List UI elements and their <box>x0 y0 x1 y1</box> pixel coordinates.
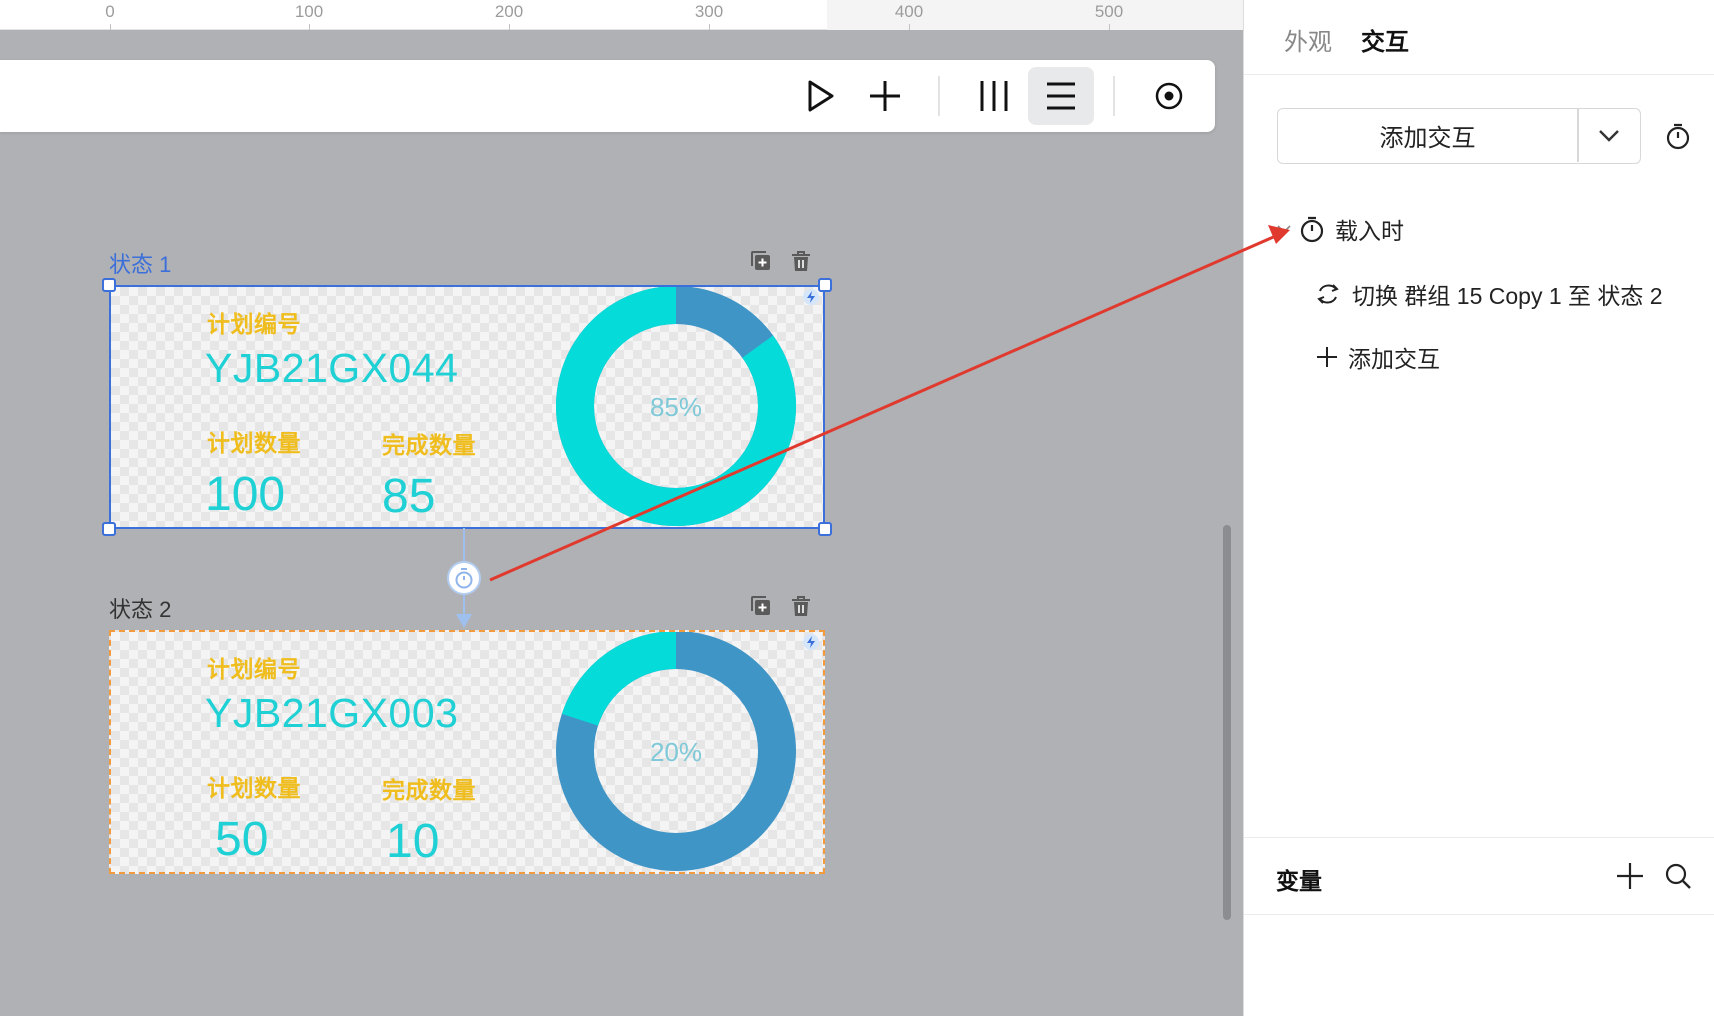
ruler-tick-mark <box>110 24 111 30</box>
record-icon <box>1155 82 1183 110</box>
lightning-icon <box>807 291 815 303</box>
plan-no-label: 计划编号 <box>207 311 301 337</box>
plus-icon <box>1617 863 1643 889</box>
state-1-title[interactable]: 状态 1 <box>109 247 171 279</box>
canvas-toolbar <box>0 60 1215 132</box>
done-qty-value: 10 <box>386 815 440 868</box>
ruler-tick-mark <box>909 24 910 30</box>
resize-handle-top-right[interactable] <box>818 278 832 292</box>
variables-section: 变量 <box>1244 837 1714 915</box>
plan-qty-value: 50 <box>215 813 269 866</box>
plan-qty-value: 100 <box>205 468 286 521</box>
donut-percent-label: 85% <box>650 392 702 422</box>
plus-icon <box>1316 346 1338 368</box>
chevron-down-icon <box>1599 129 1619 142</box>
horizontal-ruler: 0 100 200 300 400 500 <box>0 0 1243 30</box>
connector-timer-button[interactable] <box>447 561 481 595</box>
progress-donut: 20% <box>556 632 796 871</box>
design-canvas[interactable]: 0 100 200 300 400 500 状态 1 计划编号 YJB21GX0… <box>0 0 1243 1016</box>
interaction-badge <box>803 289 819 305</box>
plan-no-value: YJB21GX003 <box>205 690 459 736</box>
plus-icon <box>870 81 900 111</box>
timer-icon <box>1666 123 1690 150</box>
add-interaction-group: 添加交互 <box>1277 108 1641 164</box>
properties-panel: 外观 交互 添加交互 载入时 切换 群组 15 Copy 1 至 状态 2 添加… <box>1243 0 1714 1016</box>
canvas-scrollbar[interactable] <box>1223 525 1231 920</box>
add-button[interactable] <box>859 70 911 122</box>
state-2-title[interactable]: 状态 2 <box>109 592 171 624</box>
switch-cycle-icon <box>1314 282 1342 306</box>
chevron-down-icon <box>1277 225 1291 234</box>
state-1-duplicate-button[interactable] <box>749 249 773 273</box>
ruler-tick-mark <box>1109 24 1110 30</box>
ruler-tick-mark <box>709 24 710 30</box>
toolbar-divider <box>938 76 940 116</box>
play-icon <box>808 80 834 112</box>
ruler-shade <box>827 0 1243 30</box>
cycle-glyph <box>1317 284 1339 304</box>
resize-handle-bottom-right[interactable] <box>818 522 832 536</box>
record-button[interactable] <box>1143 70 1195 122</box>
rows-icon <box>1047 82 1075 110</box>
trash-icon <box>792 596 810 616</box>
ruler-tick: 400 <box>894 2 924 21</box>
panel-tabs: 外观 交互 <box>1244 0 1714 75</box>
action-row[interactable]: 切换 群组 15 Copy 1 至 状态 2 <box>1314 277 1663 311</box>
add-interaction-link-label: 添加交互 <box>1348 346 1440 372</box>
resize-handle-top-left[interactable] <box>102 278 116 292</box>
done-qty-value: 85 <box>382 470 436 523</box>
state-2-duplicate-button[interactable] <box>749 594 773 618</box>
tab-interaction[interactable]: 交互 <box>1361 22 1409 57</box>
add-interaction-button[interactable]: 添加交互 <box>1278 109 1577 162</box>
ruler-tick: 200 <box>494 2 524 21</box>
state-1-card[interactable]: 计划编号 YJB21GX044 计划数量 完成数量 100 85 85% <box>102 278 832 536</box>
state-2-delete-button[interactable] <box>789 594 813 618</box>
duplicate-icon <box>751 596 770 615</box>
donut-progress <box>561 632 677 727</box>
lightning-icon <box>807 636 815 648</box>
chevron-collapse-icon[interactable] <box>1277 224 1291 234</box>
done-qty-label: 完成数量 <box>382 432 476 458</box>
trigger-row[interactable]: 载入时 <box>1277 212 1404 246</box>
state-1-delete-button[interactable] <box>789 249 813 273</box>
plan-qty-label: 计划数量 <box>207 775 301 801</box>
tab-appearance[interactable]: 外观 <box>1284 22 1332 57</box>
donut-percent-label: 20% <box>650 737 702 767</box>
plus-glyph <box>1317 347 1337 367</box>
plan-qty-label: 计划数量 <box>207 430 301 456</box>
resize-handle-bottom-left[interactable] <box>102 522 116 536</box>
panel-timer-button[interactable] <box>1661 119 1695 153</box>
state-connector-arrow <box>456 614 472 628</box>
variables-title: 变量 <box>1276 868 1322 894</box>
ruler-tick: 500 <box>1094 2 1124 21</box>
toolbar-divider <box>1113 76 1115 116</box>
timer-icon <box>1299 215 1325 243</box>
done-qty-label: 完成数量 <box>382 777 476 803</box>
state-2-card[interactable]: 计划编号 YJB21GX003 计划数量 完成数量 50 10 20% <box>109 630 825 874</box>
timer-icon <box>455 568 473 589</box>
plan-no-value: YJB21GX044 <box>205 345 459 391</box>
ruler-tick-mark <box>509 24 510 30</box>
add-interaction-dropdown[interactable] <box>1578 109 1640 162</box>
play-button[interactable] <box>794 70 846 122</box>
search-variable-button[interactable] <box>1662 860 1694 892</box>
ruler-tick: 100 <box>294 2 324 21</box>
duplicate-icon <box>751 251 770 270</box>
columns-layout-button[interactable] <box>968 70 1020 122</box>
add-interaction-link[interactable]: 添加交互 <box>1316 340 1440 374</box>
trash-icon <box>792 251 810 271</box>
trigger-label: 载入时 <box>1335 218 1404 244</box>
add-variable-button[interactable] <box>1614 860 1646 892</box>
ruler-tick: 300 <box>694 2 724 21</box>
rows-layout-button[interactable] <box>1028 67 1094 125</box>
timer-glyph <box>1300 216 1324 243</box>
ruler-tick: 0 <box>105 2 115 21</box>
action-label: 切换 群组 15 Copy 1 至 状态 2 <box>1352 283 1663 309</box>
search-icon <box>1665 863 1691 889</box>
progress-donut: 85% <box>556 287 796 526</box>
ruler-tick-mark <box>309 24 310 30</box>
plan-no-label: 计划编号 <box>207 656 301 682</box>
interaction-badge <box>803 634 819 650</box>
columns-icon <box>980 81 1008 111</box>
